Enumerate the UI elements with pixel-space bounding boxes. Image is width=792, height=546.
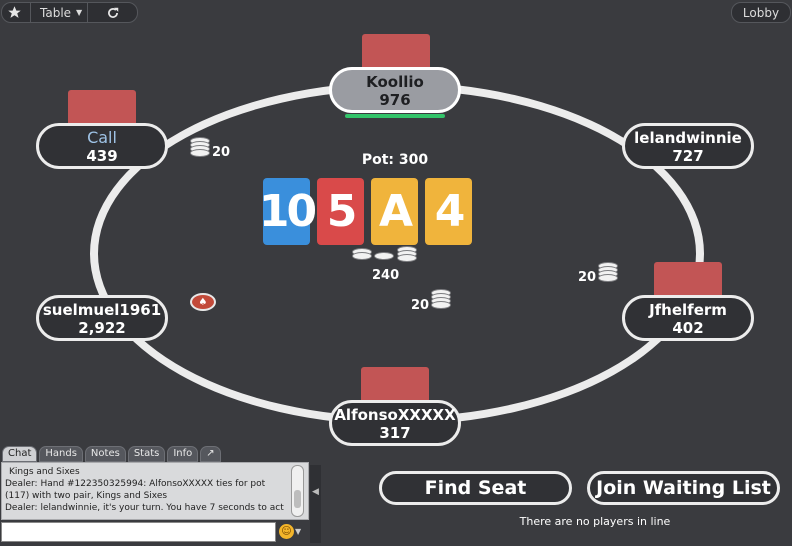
table-menu-label: Table <box>40 5 72 20</box>
join-waiting-list-button[interactable]: Join Waiting List <box>587 471 780 505</box>
table-menu-button[interactable]: Table ▼ <box>30 3 88 22</box>
refresh-button[interactable] <box>88 2 138 23</box>
turn-timer-bar <box>345 114 445 118</box>
chat-tabs: Chat Hands Notes Stats Info ↗ <box>2 446 221 462</box>
card-back <box>678 262 722 298</box>
card-back <box>92 90 136 126</box>
player-stack: 317 <box>379 424 411 442</box>
tab-stats[interactable]: Stats <box>127 446 166 462</box>
tab-hands[interactable]: Hands <box>39 446 83 462</box>
chat-scrollbar[interactable] <box>291 465 304 517</box>
chevron-down-icon: ▼ <box>76 8 83 17</box>
star-icon <box>8 6 21 18</box>
seat-alfonso[interactable]: AlfonsoXXXXX 317 <box>329 400 461 446</box>
board-card-4: 4 <box>425 178 472 245</box>
player-stack: 439 <box>86 147 118 165</box>
player-stack: 402 <box>672 319 704 337</box>
waiting-list-status: There are no players in line <box>519 515 671 528</box>
player-name: AlfonsoXXXXX <box>334 406 456 424</box>
chevron-left-icon: ◀ <box>312 487 319 497</box>
refresh-icon <box>108 7 119 18</box>
player-name: Koollio <box>366 73 424 91</box>
seat-lelandwinnie[interactable]: lelandwinnie 727 <box>622 123 754 169</box>
player-name: Jfhelferm <box>649 301 727 319</box>
seat-koollio[interactable]: Koollio 976 <box>329 67 461 113</box>
favorite-button[interactable] <box>1 2 28 23</box>
seat-call[interactable]: Call 439 <box>36 123 168 169</box>
chat-line: Dealer: Hand #122350325994: AlfonsoXXXXX… <box>5 479 266 501</box>
chat-line: Kings and Sixes <box>9 467 80 477</box>
board-card-1: 10 <box>259 178 317 245</box>
lobby-button[interactable]: Lobby <box>731 2 791 23</box>
board-card-3: A <box>371 178 418 245</box>
bet-amount-call: 20 <box>212 145 231 160</box>
scroll-thumb[interactable] <box>294 490 301 508</box>
bet-amount-alfonso: 20 <box>411 298 430 313</box>
player-stack: 2,922 <box>78 319 126 337</box>
bet-amount-jfhelferm: 20 <box>578 270 597 285</box>
lobby-label: Lobby <box>742 5 780 20</box>
tab-notes[interactable]: Notes <box>84 446 126 462</box>
pot-chips-amount: 240 <box>372 268 400 283</box>
chat-line: Dealer: lelandwinnie, it's your turn. Yo… <box>5 503 284 513</box>
player-stack: 976 <box>379 91 411 109</box>
find-seat-button[interactable]: Find Seat <box>379 471 572 505</box>
chevron-down-icon[interactable]: ▼ <box>295 527 301 536</box>
pot-label: Pot: 300 <box>361 152 429 168</box>
card-back <box>385 367 429 403</box>
popout-icon[interactable]: ↗ <box>200 446 221 462</box>
dealer-button-icon: ♠ <box>190 293 216 311</box>
tab-info[interactable]: Info <box>167 446 199 462</box>
tab-chat[interactable]: Chat <box>2 446 38 462</box>
seat-suelmuel1961[interactable]: suelmuel1961 2,922 <box>36 295 168 341</box>
player-name: lelandwinnie <box>634 129 742 147</box>
card-back <box>386 34 430 70</box>
chat-input[interactable] <box>1 522 276 542</box>
panel-splitter[interactable]: ◀ <box>310 465 321 543</box>
chat-log[interactable]: Kings and Sixes Dealer: Hand #1223503259… <box>1 462 309 520</box>
board-card-2: 5 <box>317 178 364 245</box>
player-action: Call <box>87 128 117 147</box>
player-stack: 727 <box>672 147 704 165</box>
player-name: suelmuel1961 <box>42 301 162 319</box>
emoji-icon[interactable]: ☺ <box>279 524 294 539</box>
seat-jfhelferm[interactable]: Jfhelferm 402 <box>622 295 754 341</box>
